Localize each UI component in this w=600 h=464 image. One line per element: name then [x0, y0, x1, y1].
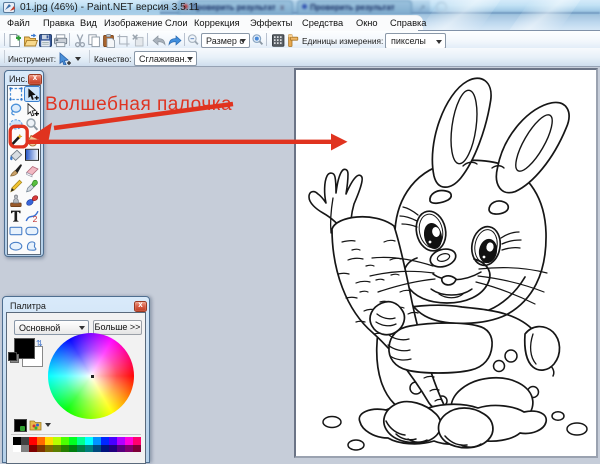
svg-text:2: 2 [33, 214, 38, 224]
